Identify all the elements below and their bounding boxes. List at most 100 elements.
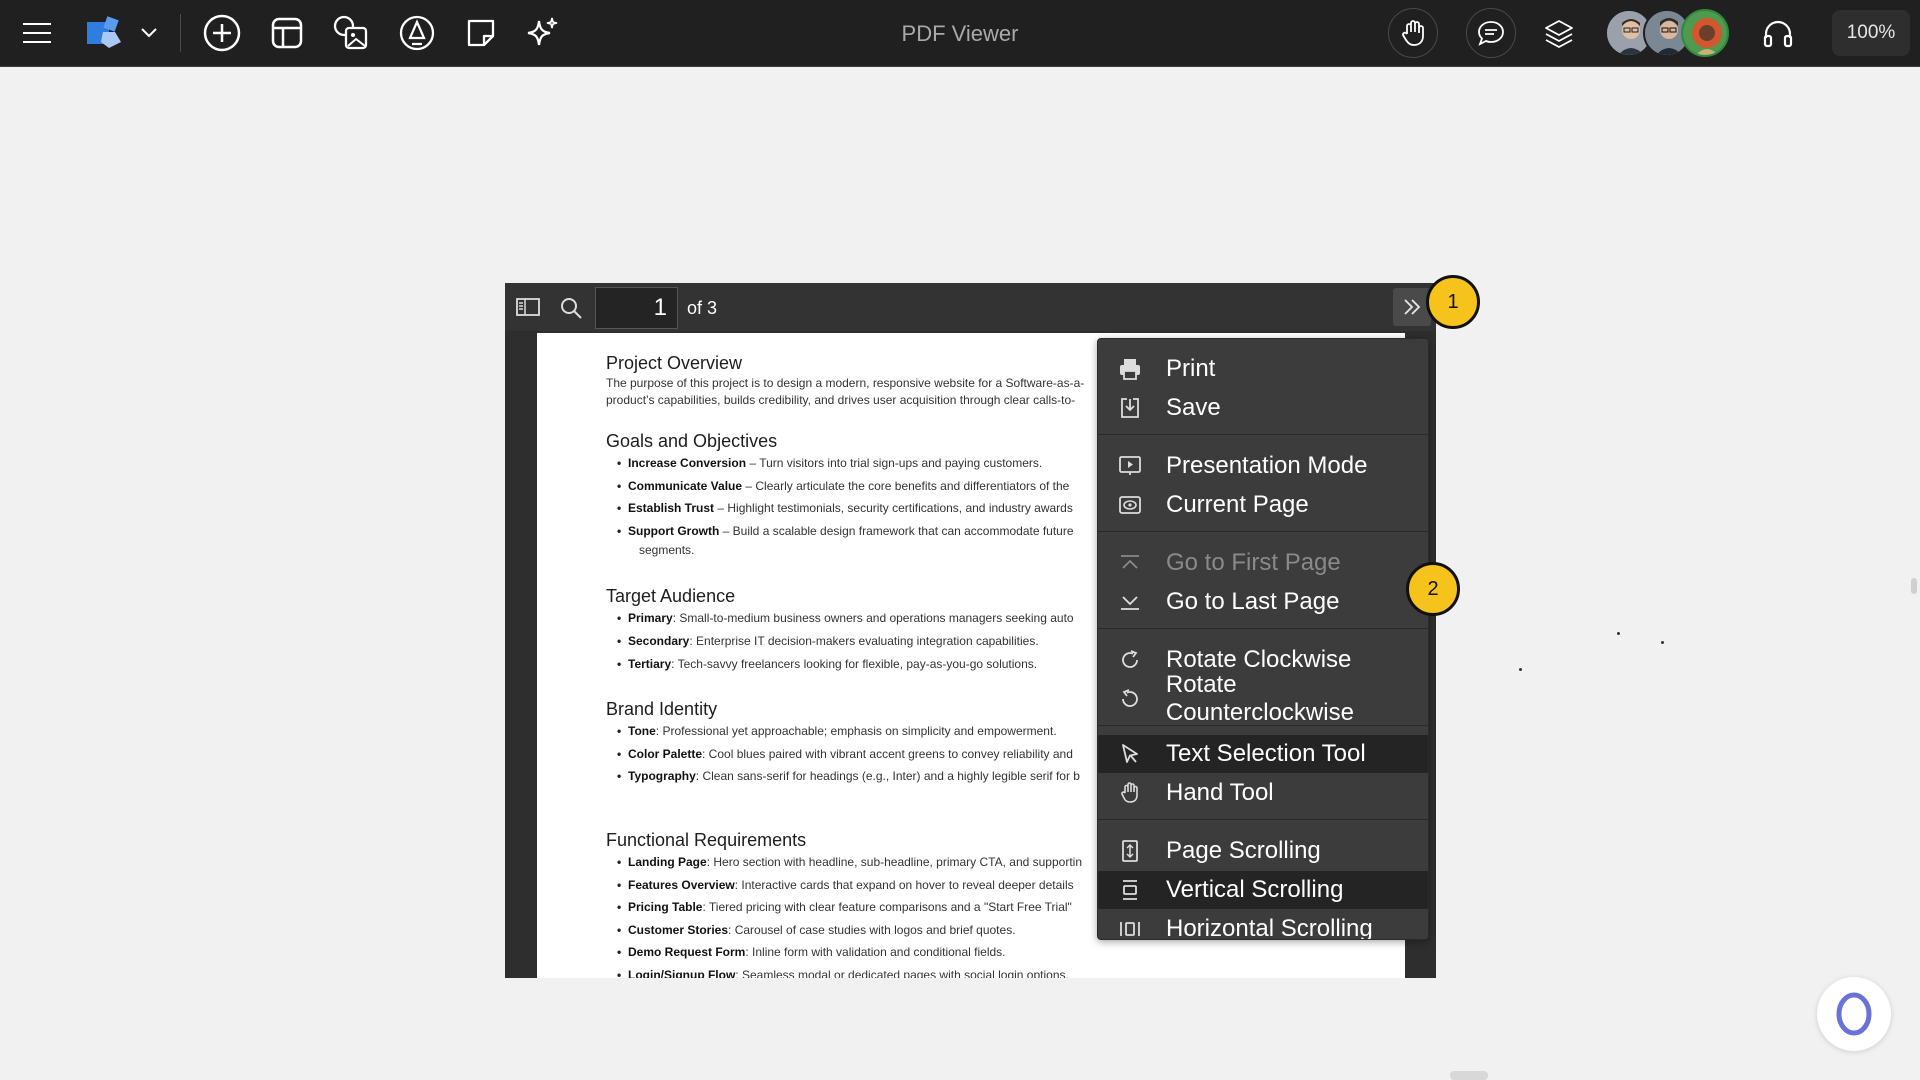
sparkle-icon[interactable] [522,13,562,53]
annotation-badge-1: 1 [1426,275,1480,329]
menu-divider [1098,819,1428,820]
horizontal-scrollbar[interactable] [1450,1071,1488,1080]
hand-icon [1115,778,1145,808]
list-item: Tone: Professional yet approachable; emp… [617,724,1057,738]
list-item: Login/Signup Flow: Seamless modal or ded… [617,968,1069,978]
canvas-dot [1661,641,1664,644]
menu-item-text-selection-tool[interactable]: Text Selection Tool [1098,735,1428,773]
menu-item-label: Page Scrolling [1166,837,1321,864]
menu-item-presentation-mode[interactable]: Presentation Mode [1098,447,1428,485]
menu-item-rotate-counterclockwise[interactable]: Rotate Counterclockwise [1098,671,1428,726]
more-tools-menu: Print Save Presentation Mode Current Pag… [1097,338,1429,940]
menu-item-label: Go to First Page [1166,549,1341,576]
layers-icon[interactable] [1542,17,1576,51]
menu-item-go-to-last-page[interactable]: Go to Last Page [1098,583,1428,621]
list-item: Landing Page: Hero section with headline… [617,855,1082,869]
menu-item-page-scrolling[interactable]: Page Scrolling [1098,832,1428,870]
more-tools-button[interactable] [1393,288,1431,326]
cursor-icon [1115,739,1145,769]
add-icon[interactable] [202,13,242,53]
list-item: Pricing Table: Tiered pricing with clear… [617,900,1072,914]
list-item: Color Palette: Cool blues paired with vi… [617,747,1073,761]
vertical-scrollbar[interactable] [1911,578,1917,594]
eye-icon [1115,490,1145,520]
menu-item-label: Rotate Counterclockwise [1165,671,1354,726]
layout-icon[interactable] [268,14,306,52]
save-icon [1115,393,1145,423]
printer-icon [1115,354,1145,384]
list-item: Primary: Small-to-medium business owners… [617,611,1074,625]
canvas-dot [1617,632,1620,635]
sticky-note-icon[interactable] [462,14,500,52]
menu-item-label: Presentation Mode [1166,452,1368,479]
sidebar-toggle-icon[interactable] [513,293,543,321]
headphones-icon[interactable] [1760,16,1796,52]
menu-divider [1098,434,1428,435]
menu-item-print[interactable]: Print [1098,350,1428,388]
menu-item-horizontal-scrolling[interactable]: Horizontal Scrolling [1098,910,1428,940]
paragraph-line: product’s capabilities, builds credibili… [606,393,1076,407]
menu-item-label: Text Selection Tool [1166,740,1366,767]
vertical-scrolling-icon [1115,875,1145,905]
search-icon[interactable] [557,294,585,322]
menu-item-go-to-first-page[interactable]: Go to First Page [1098,544,1428,582]
menu-divider [1098,531,1428,532]
list-item: Demo Request Form: Inline form with vali… [617,945,1006,959]
menu-item-save[interactable]: Save [1098,389,1428,427]
list-item: Communicate Value – Clearly articulate t… [617,479,1069,493]
list-item: Customer Stories: Carousel of case studi… [617,923,1016,937]
menu-icon[interactable] [18,16,56,50]
presentation-icon [1115,451,1145,481]
list-item: Typography: Clean sans-serif for heading… [617,769,1080,783]
double-chevron-right-icon [1404,299,1421,315]
menu-item-current-page[interactable]: Current Page [1098,486,1428,524]
menu-item-label: Save [1166,394,1221,421]
viewer-toolbar: 1 of 3 [505,283,1436,331]
list-item: Support Growth – Build a scalable design… [617,524,1074,538]
menu-item-label: Current Page [1166,491,1309,518]
page-scrolling-icon [1115,836,1145,866]
assistant-button[interactable] [1817,977,1891,1051]
section-title: Goals and Objectives [606,431,778,451]
comment-icon[interactable] [1466,8,1516,58]
page-number-input[interactable]: 1 [595,287,678,329]
list-item: Establish Trust – Highlight testimonials… [617,501,1073,515]
menu-item-label: Horizontal Scrolling [1166,915,1373,940]
image-icon[interactable] [331,13,371,53]
menu-item-label: Rotate Clockwise [1166,646,1352,673]
toolbar-divider [180,14,181,52]
top-toolbar: PDF Viewer 100% [0,0,1920,67]
menu-item-hand-tool[interactable]: Hand Tool [1098,774,1428,812]
horizontal-scrolling-icon [1115,914,1145,939]
list-item: Tertiary: Tech-savvy freelancers looking… [617,657,1037,671]
list-item: Increase Conversion – Turn visitors into… [617,456,1042,470]
menu-item-label: Hand Tool [1166,779,1274,806]
shapes-icon[interactable] [80,13,126,53]
page-count: of 3 [687,298,718,318]
list-item: Features Overview: Interactive cards tha… [617,878,1074,892]
menu-item-label: Vertical Scrolling [1166,876,1344,903]
paragraph-line: The purpose of this project is to design… [606,376,1085,390]
menu-item-label: Go to Last Page [1166,588,1340,615]
section-title: Target Audience [606,586,736,606]
avatar[interactable] [1681,9,1729,57]
section-title: Functional Requirements [606,830,807,850]
menu-divider [1098,628,1428,629]
annotation-badge-2: 2 [1406,562,1460,616]
list-item-continuation: segments. [639,543,695,557]
rotate-clockwise-icon [1115,645,1145,675]
last-page-icon [1115,587,1145,617]
section-title: Project Overview [606,353,743,373]
chevron-down-icon[interactable] [137,22,161,44]
pen-icon[interactable] [397,13,437,53]
first-page-icon [1115,548,1145,578]
hand-icon[interactable] [1388,8,1438,58]
rotate-counterclockwise-icon [1115,684,1145,714]
assistant-logo-icon [1836,992,1872,1036]
menu-item-label: Print [1166,355,1216,382]
menu-divider [1098,725,1428,726]
menu-item-vertical-scrolling[interactable]: Vertical Scrolling [1098,871,1428,909]
canvas-dot [1519,668,1522,671]
section-title: Brand Identity [606,699,718,719]
zoom-level[interactable]: 100% [1832,10,1910,56]
